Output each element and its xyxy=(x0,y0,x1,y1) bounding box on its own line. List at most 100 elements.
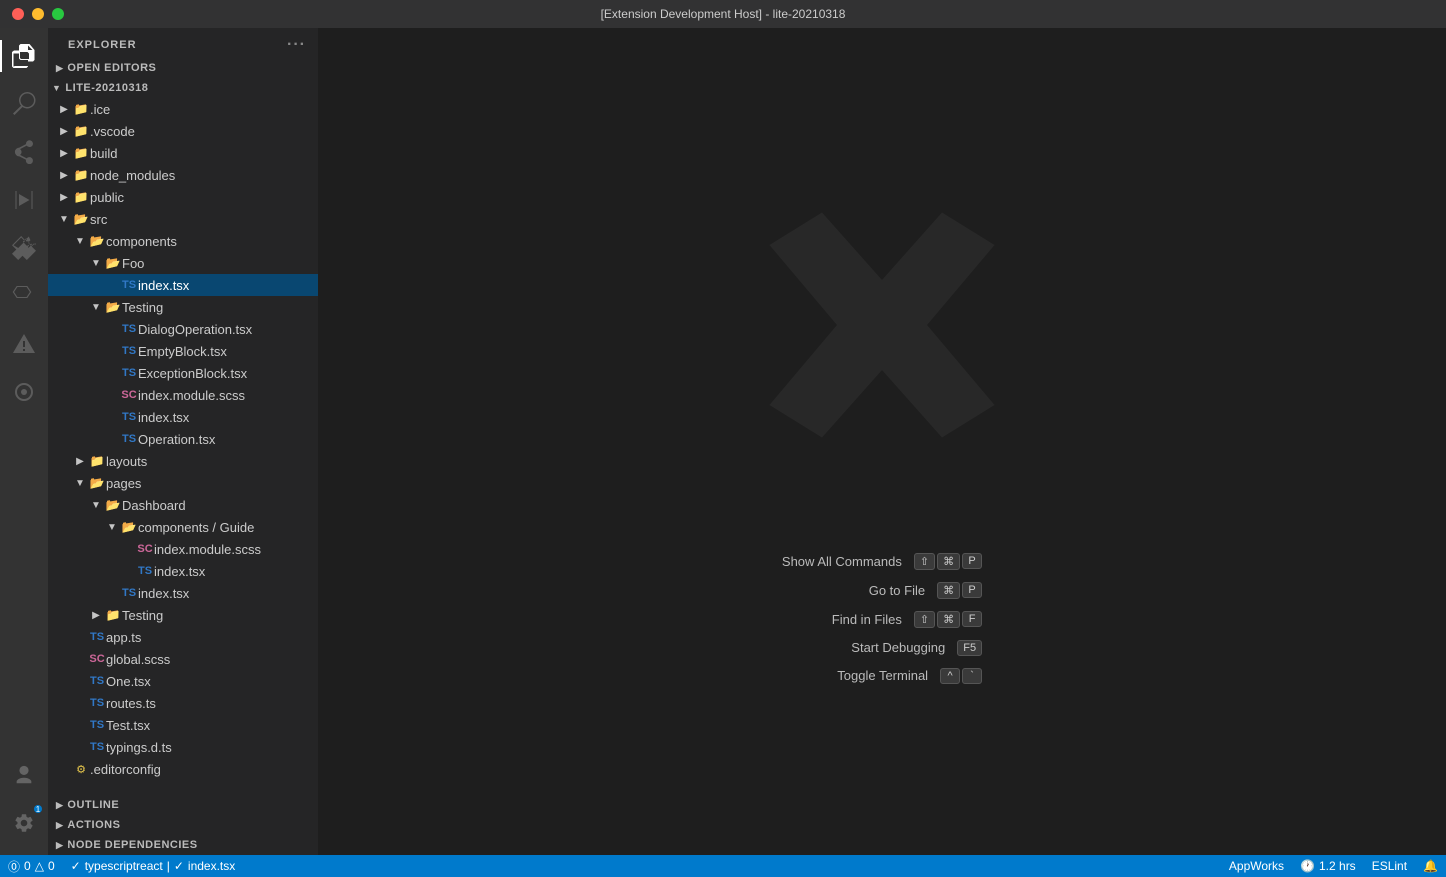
tree-item-operation[interactable]: TS Operation.tsx xyxy=(48,428,318,450)
tree-item-components[interactable]: ▼ 📂 components xyxy=(48,230,318,252)
activity-problems[interactable] xyxy=(0,320,48,368)
tree-item-node-modules[interactable]: ▶ 📁 node_modules xyxy=(48,164,318,186)
activity-source-control[interactable] xyxy=(0,128,48,176)
node-deps-toggle[interactable]: ▶ Node Dependencies xyxy=(48,835,318,855)
tree-item-guide-scss[interactable]: SC index.module.scss xyxy=(48,538,318,560)
expand-arrow: ▶ xyxy=(56,148,72,159)
tree-item-one-tsx[interactable]: TS One.tsx xyxy=(48,670,318,692)
warning-icon: △ xyxy=(35,859,44,873)
check-icon: ✓ xyxy=(71,859,81,873)
shortcut-label: Start Debugging xyxy=(851,640,945,655)
tree-item-routes-ts[interactable]: TS routes.ts xyxy=(48,692,318,714)
sidebar-more-icon[interactable]: ··· xyxy=(287,36,306,54)
ts-file-icon: TS xyxy=(120,323,138,335)
folder-icon: 📁 xyxy=(72,146,90,160)
activity-explorer[interactable] xyxy=(0,32,48,80)
status-errors[interactable]: ⓪ 0 △ 0 xyxy=(0,855,63,877)
expand-arrow: ▼ xyxy=(88,258,104,269)
expand-arrow: ▶ xyxy=(56,192,72,203)
tree-item-typings-d-ts[interactable]: TS typings.d.ts xyxy=(48,736,318,758)
tree-item-public[interactable]: ▶ 📁 public xyxy=(48,186,318,208)
tree-item-layouts[interactable]: ▶ 📁 layouts xyxy=(48,450,318,472)
tree-item-dashboard-index[interactable]: TS index.tsx xyxy=(48,582,318,604)
tree-item-testing-index[interactable]: TS index.tsx xyxy=(48,406,318,428)
expand-arrow: ▼ xyxy=(72,236,88,247)
tree-item-global-scss[interactable]: SC global.scss xyxy=(48,648,318,670)
tree-item-pages[interactable]: ▼ 📂 pages xyxy=(48,472,318,494)
tree-item-src[interactable]: ▼ 📂 src xyxy=(48,208,318,230)
expand-arrow: ▶ xyxy=(56,126,72,137)
tree-item-editorconfig[interactable]: ⚙ .editorconfig xyxy=(48,758,318,780)
tree-item-dashboard[interactable]: ▼ 📂 Dashboard xyxy=(48,494,318,516)
tree-item-testing[interactable]: ▼ 📂 Testing xyxy=(48,296,318,318)
key-cmd: ⌘ xyxy=(937,582,960,599)
open-editors-toggle[interactable]: ▶ Open Editors xyxy=(48,58,318,78)
folder-icon: 📂 xyxy=(104,256,122,270)
ts-file-icon: TS xyxy=(88,631,106,643)
project-toggle[interactable]: ▼ LITE-20210318 xyxy=(48,78,318,98)
file-tree: ▶ 📁 .ice ▶ 📁 .vscode ▶ 📁 build ▶ xyxy=(48,98,318,795)
activity-search[interactable] xyxy=(0,80,48,128)
activity-settings[interactable]: 1 xyxy=(0,799,48,847)
tree-item-build[interactable]: ▶ 📁 build xyxy=(48,142,318,164)
activity-remote[interactable] xyxy=(0,368,48,416)
folder-icon: 📁 xyxy=(88,454,106,468)
tree-item-exception-block[interactable]: TS ExceptionBlock.tsx xyxy=(48,362,318,384)
shortcut-show-commands: Show All Commands ⇧ ⌘ P xyxy=(782,553,982,570)
ts-file-icon: TS xyxy=(88,697,106,709)
editor-area: Show All Commands ⇧ ⌘ P Go to File ⌘ P F… xyxy=(318,28,1446,855)
ts-file-icon: TS xyxy=(120,411,138,423)
ts-file-icon: TS xyxy=(120,433,138,445)
close-button[interactable] xyxy=(12,8,24,20)
key-p: P xyxy=(962,553,982,569)
activity-extensions[interactable] xyxy=(0,224,48,272)
ts-file-icon: TS xyxy=(88,719,106,731)
tree-item-components-guide[interactable]: ▼ 📂 components / Guide xyxy=(48,516,318,538)
tree-item-guide-index[interactable]: TS index.tsx xyxy=(48,560,318,582)
folder-icon: 📂 xyxy=(120,520,138,534)
shortcut-keys: ⌘ P xyxy=(937,582,982,599)
expand-arrow: ▼ xyxy=(56,214,72,225)
activity-accounts[interactable] xyxy=(0,751,48,799)
tree-item-dialog-operation[interactable]: TS DialogOperation.tsx xyxy=(48,318,318,340)
folder-icon: 📂 xyxy=(104,498,122,512)
tree-item-pages-testing[interactable]: ▶ 📁 Testing xyxy=(48,604,318,626)
status-bell[interactable]: 🔔 xyxy=(1415,855,1446,877)
tree-item-test-tsx[interactable]: TS Test.tsx xyxy=(48,714,318,736)
tree-item-foo[interactable]: ▼ 📂 Foo xyxy=(48,252,318,274)
shortcut-label: Toggle Terminal xyxy=(837,668,928,683)
chevron-down-icon: ▼ xyxy=(52,83,61,93)
tree-item-foo-index[interactable]: TS index.tsx xyxy=(48,274,318,296)
shortcut-label: Go to File xyxy=(869,583,925,598)
activity-run[interactable] xyxy=(0,176,48,224)
key-f5: F5 xyxy=(957,640,982,656)
appworks-label: AppWorks xyxy=(1229,859,1284,873)
tree-item-vscode[interactable]: ▶ 📁 .vscode xyxy=(48,120,318,142)
ts-file-icon: TS xyxy=(88,675,106,687)
error-icon: ⓪ xyxy=(8,858,20,875)
shortcut-toggle-terminal: Toggle Terminal ^ ` xyxy=(837,668,982,684)
shortcut-keys: F5 xyxy=(957,640,982,656)
tree-item-app-ts[interactable]: TS app.ts xyxy=(48,626,318,648)
window-title: [Extension Development Host] - lite-2021… xyxy=(601,7,846,21)
expand-arrow: ▶ xyxy=(88,610,104,621)
expand-arrow: ▼ xyxy=(104,522,120,533)
outline-label: Outline xyxy=(67,799,119,811)
tree-item-ice[interactable]: ▶ 📁 .ice xyxy=(48,98,318,120)
tree-item-index-module-scss[interactable]: SC index.module.scss xyxy=(48,384,318,406)
actions-toggle[interactable]: ▶ Actions xyxy=(48,815,318,835)
node-deps-section: ▶ Node Dependencies xyxy=(48,835,318,855)
tree-item-empty-block[interactable]: TS EmptyBlock.tsx xyxy=(48,340,318,362)
shortcut-find-in-files: Find in Files ⇧ ⌘ F xyxy=(832,611,982,628)
status-time[interactable]: 🕐 1.2 hrs xyxy=(1292,855,1364,877)
key-p: P xyxy=(962,582,982,598)
expand-arrow: ▶ xyxy=(72,456,88,467)
status-eslint[interactable]: ESLint xyxy=(1364,855,1415,877)
outline-toggle[interactable]: ▶ Outline xyxy=(48,795,318,815)
maximize-button[interactable] xyxy=(52,8,64,20)
minimize-button[interactable] xyxy=(32,8,44,20)
activity-testing[interactable] xyxy=(0,272,48,320)
status-appworks[interactable]: AppWorks xyxy=(1221,855,1292,877)
status-branch[interactable]: ✓ typescriptreact | ✓ index.tsx xyxy=(63,855,244,877)
project-section: ▼ LITE-20210318 xyxy=(48,78,318,98)
